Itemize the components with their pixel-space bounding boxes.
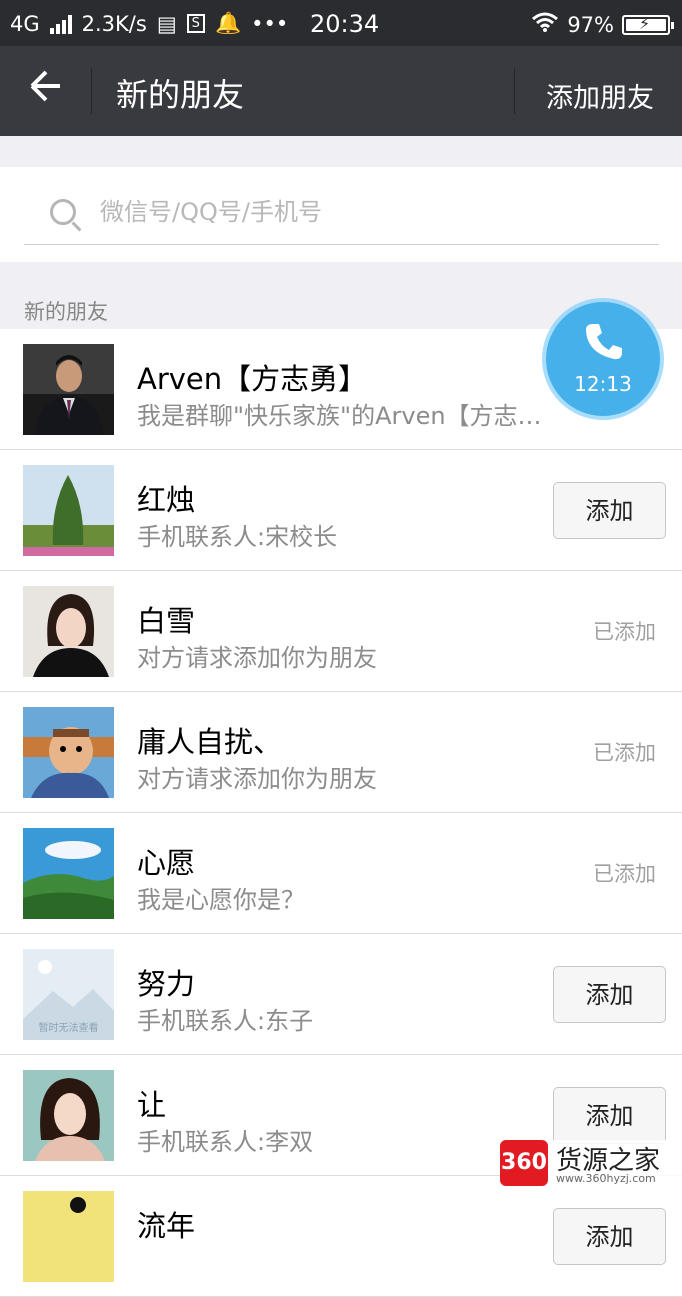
network-label: 4G xyxy=(10,11,40,36)
friend-desc: 我是心愿你是？ xyxy=(137,886,305,914)
avatar[interactable] xyxy=(23,1191,114,1282)
friend-name: Arven【方志勇】 xyxy=(137,362,368,396)
add-button[interactable]: 添加 xyxy=(553,482,666,539)
friend-name: 流年 xyxy=(137,1209,196,1243)
list-item[interactable]: 流年 添加 xyxy=(0,1176,682,1297)
avatar-caption: 暂时无法查看 xyxy=(38,1023,99,1034)
avatar[interactable]: 暂时无法查看 xyxy=(23,949,114,1040)
add-button[interactable]: 添加 xyxy=(553,1087,666,1144)
list-item[interactable]: 庸人自扰、 对方请求添加你为朋友 已添加 xyxy=(0,692,682,813)
divider xyxy=(91,68,92,114)
search-bar xyxy=(0,167,682,262)
friend-desc: 对方请求添加你为朋友 xyxy=(137,644,377,672)
more-icon: ••• xyxy=(251,11,289,36)
watermark-logo: 360 xyxy=(500,1140,548,1186)
friend-desc: 对方请求添加你为朋友 xyxy=(137,765,377,793)
search-underline xyxy=(24,244,659,245)
signal-icon xyxy=(49,14,72,34)
avatar[interactable] xyxy=(23,344,114,435)
list-item[interactable]: 暂时无法查看 努力 手机联系人:东子 添加 xyxy=(0,934,682,1055)
add-friend-button[interactable]: 添加朋友 xyxy=(546,76,654,115)
friend-name: 努力 xyxy=(137,967,196,1001)
list-item[interactable]: 白雪 对方请求添加你为朋友 已添加 xyxy=(0,571,682,692)
friend-name: 红烛 xyxy=(137,483,196,517)
s-app-icon: S xyxy=(186,14,205,33)
add-button[interactable]: 添加 xyxy=(553,1208,666,1265)
friend-name: 让 xyxy=(137,1088,167,1122)
bell-icon: 🔔 xyxy=(214,11,242,35)
watermark: 360 货源之家 www.360hyzj.com xyxy=(500,1140,682,1188)
list-item[interactable]: 红烛 手机联系人:宋校长 添加 xyxy=(0,450,682,571)
top-bar: 新的朋友 添加朋友 xyxy=(0,46,682,136)
database-icon: ▤ xyxy=(156,11,177,36)
wifi-icon xyxy=(531,11,559,38)
status-bar: 4G 2.3K/s ▤ S 🔔 ••• 20:34 97% ⚡ xyxy=(0,0,682,46)
search-icon xyxy=(50,199,76,225)
back-arrow-icon[interactable] xyxy=(28,66,68,116)
section-label: 新的朋友 xyxy=(24,300,108,324)
battery-icon: ⚡ xyxy=(622,14,674,35)
friend-desc: 我是群聊"快乐家族"的Arven【方志… xyxy=(137,402,542,430)
page-title: 新的朋友 xyxy=(116,76,245,114)
avatar[interactable] xyxy=(23,465,114,556)
search-input[interactable] xyxy=(98,197,642,227)
avatar[interactable] xyxy=(23,586,114,677)
add-button[interactable]: 添加 xyxy=(553,966,666,1023)
friend-name: 白雪 xyxy=(137,604,196,638)
network-speed: 2.3K/s xyxy=(81,11,147,36)
call-duration: 12:13 xyxy=(574,372,632,396)
watermark-url: www.360hyzj.com xyxy=(556,1172,656,1185)
friend-desc: 手机联系人:李双 xyxy=(137,1128,314,1156)
avatar[interactable] xyxy=(23,828,114,919)
battery-percent: 97% xyxy=(567,12,614,37)
list-item[interactable]: 心愿 我是心愿你是？ 已添加 xyxy=(0,813,682,934)
added-status: 已添加 xyxy=(593,620,656,644)
added-status: 已添加 xyxy=(593,862,656,886)
status-time: 20:34 xyxy=(310,10,380,38)
friend-desc: 手机联系人:东子 xyxy=(137,1007,314,1035)
floating-call-bubble[interactable]: 12:13 xyxy=(546,302,660,416)
phone-icon xyxy=(583,320,625,372)
friend-name: 庸人自扰、 xyxy=(137,725,283,759)
added-status: 已添加 xyxy=(593,741,656,765)
avatar[interactable] xyxy=(23,707,114,798)
friend-name: 心愿 xyxy=(137,846,196,880)
avatar[interactable] xyxy=(23,1070,114,1161)
friend-desc: 手机联系人:宋校长 xyxy=(137,523,338,551)
divider xyxy=(514,68,515,114)
